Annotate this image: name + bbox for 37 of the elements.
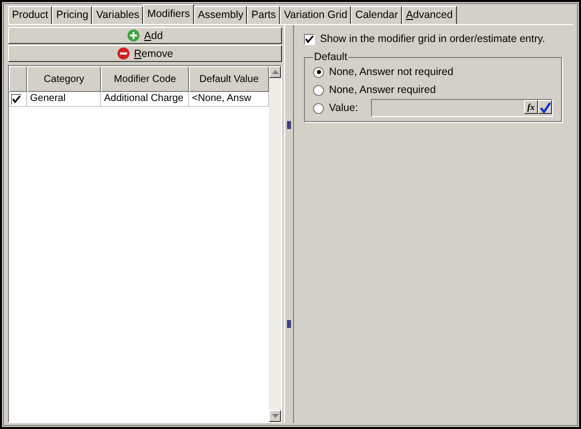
radio-label: None, Answer required [329, 84, 436, 96]
plus-icon [127, 29, 140, 42]
confirm-button[interactable] [538, 100, 552, 114]
minus-icon [116, 47, 130, 60]
check-mark-icon [12, 94, 21, 104]
tab[interactable]: Variables [92, 6, 144, 24]
group-title: Default [313, 51, 348, 63]
radio-button[interactable] [313, 102, 324, 114]
column-header[interactable]: Category [27, 66, 101, 92]
checkbox-label: Show in the modifier grid in order/estimate entry. [320, 33, 546, 45]
radio-label: None, Answer not required [329, 66, 454, 78]
radio-label: Value: [329, 102, 358, 114]
radio-button[interactable] [313, 84, 324, 96]
row-checkbox[interactable] [11, 94, 22, 104]
value-field[interactable]: fx [371, 99, 553, 117]
table-cell: Additional Charge [101, 92, 189, 106]
tab[interactable]: Variation Grid [280, 6, 352, 24]
scroll-up-icon[interactable] [269, 66, 281, 78]
remove-button[interactable]: Remove [8, 45, 282, 62]
tab[interactable]: Assembly [194, 6, 248, 24]
tab[interactable]: Calendar [351, 6, 402, 24]
tab[interactable]: Modifiers [143, 4, 194, 24]
column-header[interactable]: Default Value [189, 66, 269, 92]
column-header[interactable]: Modifier Code [101, 66, 189, 92]
formula-button[interactable]: fx [524, 100, 538, 114]
splitter-grip-icon[interactable] [287, 320, 291, 328]
check-mark-icon [305, 34, 314, 44]
tab[interactable]: Product [8, 6, 52, 24]
radio-button[interactable] [313, 66, 324, 78]
tab[interactable]: Pricing [52, 6, 92, 24]
splitter-grip-icon[interactable] [287, 120, 291, 128]
checkbox[interactable] [304, 34, 315, 44]
scroll-down-icon[interactable] [269, 410, 281, 422]
tab[interactable]: Parts [247, 6, 280, 24]
tab[interactable]: Advanced [402, 6, 457, 24]
add-button[interactable]: Add [8, 27, 282, 44]
table-cell: General [27, 92, 101, 106]
